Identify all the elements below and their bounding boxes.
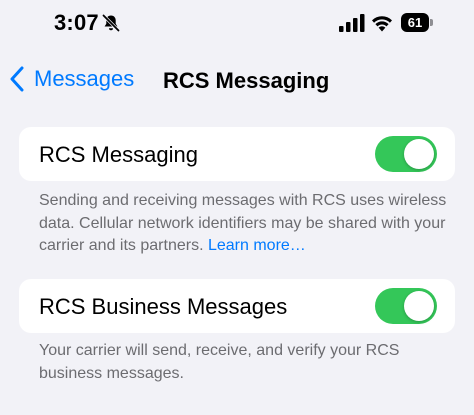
setting-row-rcs-messaging: RCS Messaging (19, 127, 455, 181)
setting-row-rcs-business-messages: RCS Business Messages (19, 279, 455, 333)
chevron-left-icon (10, 66, 24, 92)
cellular-signal-icon (339, 14, 365, 32)
back-button-label: Messages (34, 66, 135, 91)
toggle-knob (404, 139, 434, 169)
status-time: 3:07 (54, 10, 99, 35)
wifi-icon (372, 16, 392, 32)
bell-slash-icon (101, 13, 121, 33)
setting-label: RCS Business Messages (39, 294, 288, 319)
rcs-business-messages-toggle[interactable] (375, 288, 437, 324)
learn-more-link[interactable]: Learn more… (208, 237, 306, 254)
battery-nub (430, 19, 433, 26)
battery-icon: 61 (401, 13, 435, 32)
status-bar: 3:07 61 (0, 0, 474, 46)
back-button[interactable]: Messages (8, 62, 134, 96)
page-title: RCS Messaging (163, 68, 330, 93)
battery-level: 61 (401, 13, 429, 32)
navigation-bar: Messages RCS Messaging (0, 56, 474, 102)
setting-label: RCS Messaging (39, 142, 198, 167)
footer-text: Your carrier will send, receive, and ver… (39, 342, 400, 382)
rcs-messaging-toggle[interactable] (375, 136, 437, 172)
setting-footer-rcs-business-messages: Your carrier will send, receive, and ver… (39, 340, 449, 385)
toggle-knob (404, 291, 434, 321)
setting-footer-rcs-messaging: Sending and receiving messages with RCS … (39, 190, 449, 258)
